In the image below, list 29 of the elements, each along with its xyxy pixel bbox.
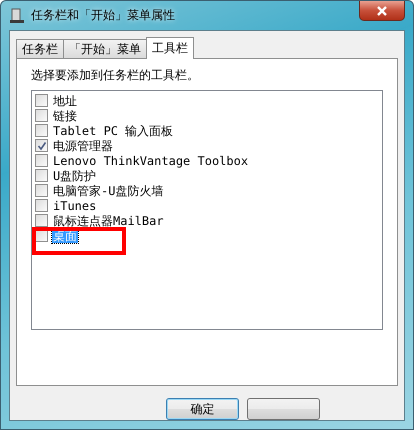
toolbar-item[interactable]: 电源管理器 [52,138,114,152]
toolbar-item[interactable]: 地址 [52,94,78,108]
toolbar-item[interactable]: 鼠标连点器MailBar [52,214,165,228]
window-title: 任务栏和「开始」菜单属性 [31,7,175,24]
checkbox[interactable] [35,139,48,152]
checkbox[interactable] [35,214,48,227]
checkbox[interactable] [35,199,48,212]
toolbar-item[interactable]: 电脑管家-U盘防火墙 [52,184,164,198]
close-button[interactable] [359,1,405,21]
checkmark-icon [36,140,46,150]
tab[interactable]: 任务栏 [16,39,64,58]
close-icon [376,6,388,16]
checkbox[interactable] [35,109,48,122]
toolbar-item[interactable]: iTunes [52,198,98,212]
toolbar-item[interactable]: U盘防护 [52,168,98,182]
tab[interactable]: 「开始」菜单 [63,39,147,58]
app-icon [9,8,25,24]
dialog-button[interactable] [247,398,320,420]
tab[interactable]: 工具栏 [146,37,194,59]
checkbox[interactable] [35,169,48,182]
checkbox[interactable] [35,124,48,137]
checkbox[interactable] [35,184,48,197]
toolbar-item[interactable]: Tablet PC 输入面板 [52,124,174,138]
instruction-text: 选择要添加到任务栏的工具栏。 [31,67,200,84]
checkbox[interactable] [35,154,48,167]
ok-button[interactable]: 确定 [166,398,239,420]
toolbar-item[interactable]: 链接 [52,108,78,122]
toolbar-item[interactable]: Lenovo ThinkVantage Toolbox [52,154,250,168]
checkbox[interactable] [35,94,48,107]
